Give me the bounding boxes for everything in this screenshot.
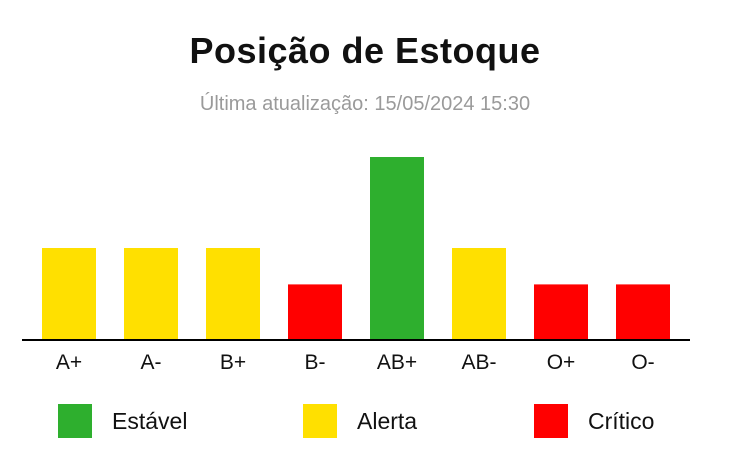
- tick-label-AB+: AB+: [377, 351, 417, 374]
- tick-label-O+: O+: [547, 351, 576, 374]
- bar-A+: [42, 248, 96, 339]
- tick-label-A+: A+: [56, 351, 82, 374]
- legend-swatch-alerta: [303, 404, 337, 438]
- legend-swatch-critico: [534, 404, 568, 438]
- tick-label-B+: B+: [220, 351, 246, 374]
- tick-label-AB-: AB-: [461, 351, 496, 374]
- legend-item-estavel: Estável: [58, 404, 187, 438]
- legend-label-alerta: Alerta: [357, 407, 418, 434]
- bar-O+: [534, 284, 588, 339]
- legend-item-alerta: Alerta: [303, 404, 417, 438]
- bar-chart: A+ A- B+ B- AB+ AB- O+ O-: [22, 157, 690, 374]
- legend-label-critico: Crítico: [588, 407, 655, 434]
- tick-label-A-: A-: [141, 351, 162, 374]
- legend-item-critico: Crítico: [534, 404, 654, 438]
- legend-label-estavel: Estável: [112, 407, 188, 434]
- bar-AB-: [452, 248, 506, 339]
- bar-AB+: [370, 157, 424, 339]
- bar-A-: [124, 248, 178, 339]
- bar-B-: [288, 284, 342, 339]
- bar-B+: [206, 248, 260, 339]
- legend-swatch-estavel: [58, 404, 92, 438]
- bar-O-: [616, 284, 670, 339]
- tick-label-B-: B-: [305, 351, 326, 374]
- tick-label-O-: O-: [631, 351, 654, 374]
